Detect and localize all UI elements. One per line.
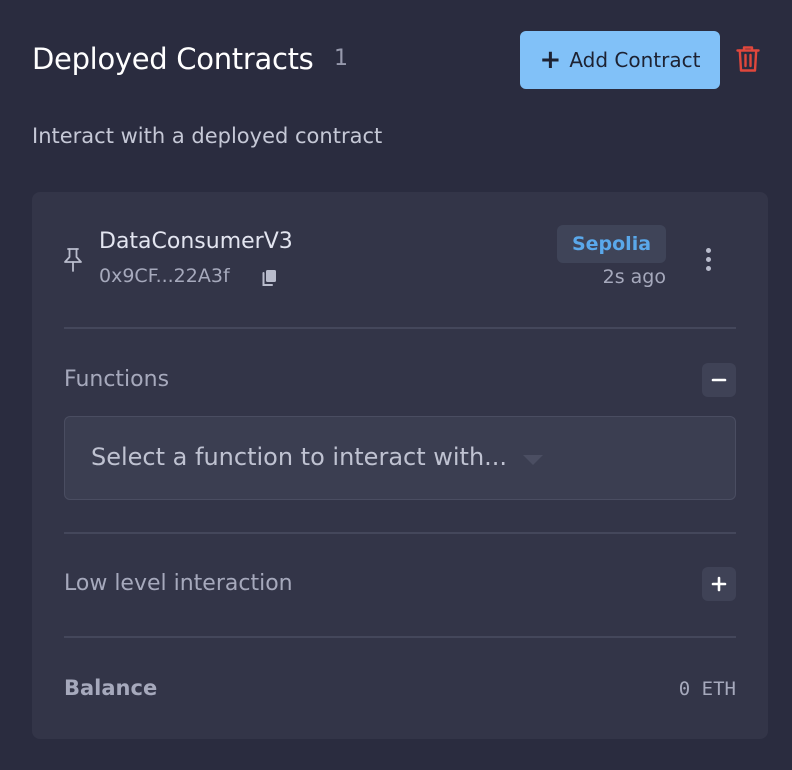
deployed-contracts-header: Deployed Contracts 1 + Add Contract [32, 30, 770, 90]
copy-icon[interactable] [260, 268, 278, 288]
functions-label: Functions [64, 367, 170, 392]
chevron-down-icon [523, 455, 543, 465]
network-badge: Sepolia [557, 225, 666, 263]
contract-card: DataConsumerV3 0x9CF...22A3f Sepolia 2s … [32, 192, 768, 739]
kebab-dot [705, 256, 711, 262]
deploy-timestamp: 2s ago [602, 266, 666, 288]
balance-value: 0 ETH [678, 678, 736, 700]
contract-name: DataConsumerV3 [99, 229, 293, 254]
low-level-expand-button[interactable] [702, 567, 736, 601]
trash-icon[interactable] [732, 43, 764, 75]
low-level-interaction-label: Low level interaction [64, 571, 293, 596]
plus-icon: + [539, 45, 562, 75]
pin-icon[interactable] [62, 247, 84, 273]
function-select-placeholder: Select a function to interact with... [91, 443, 508, 471]
divider [64, 636, 736, 638]
contract-count: 1 [334, 46, 348, 71]
balance-label: Balance [64, 676, 158, 700]
plus-icon [711, 576, 727, 592]
functions-collapse-button[interactable] [702, 363, 736, 397]
add-contract-label: Add Contract [569, 48, 701, 72]
divider [64, 327, 736, 329]
page-title: Deployed Contracts [32, 42, 314, 76]
kebab-dot [705, 265, 711, 271]
page-subtitle: Interact with a deployed contract [32, 124, 383, 148]
minus-icon [711, 378, 727, 382]
kebab-dot [705, 247, 711, 253]
function-select[interactable]: Select a function to interact with... [64, 416, 736, 500]
add-contract-button[interactable]: + Add Contract [520, 31, 720, 89]
contract-address: 0x9CF...22A3f [99, 265, 230, 287]
kebab-menu-icon[interactable] [696, 244, 720, 274]
divider [64, 532, 736, 534]
